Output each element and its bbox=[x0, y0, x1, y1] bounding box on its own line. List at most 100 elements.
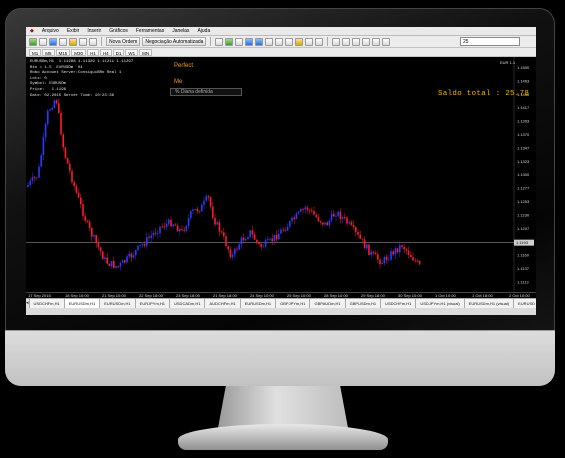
text-icon[interactable] bbox=[382, 37, 391, 46]
menu-item-inserir[interactable]: Inserir bbox=[83, 27, 105, 36]
menu-item-ferramentas[interactable]: Ferramentas bbox=[132, 27, 168, 36]
timeframe-d1[interactable]: D1 bbox=[112, 48, 125, 56]
candle-body bbox=[306, 207, 309, 210]
chart-tab[interactable]: USDCHFm,H1 bbox=[29, 299, 65, 308]
chart-tab[interactable]: EURUSDm,H1 (visual) bbox=[464, 299, 515, 308]
candle-body bbox=[260, 243, 262, 247]
chart-tab[interactable]: EURUSDm,H1 bbox=[100, 299, 136, 308]
candle-body bbox=[139, 245, 141, 247]
chart-tab[interactable]: EURJPYm,H1 bbox=[135, 299, 170, 308]
candle-body bbox=[66, 157, 69, 164]
candle-body bbox=[174, 224, 177, 226]
timeframe-m15[interactable]: M15 bbox=[55, 48, 71, 56]
strategy-tester-icon[interactable] bbox=[89, 37, 97, 46]
candlesticks-icon[interactable] bbox=[225, 37, 234, 46]
candle-body bbox=[121, 260, 124, 263]
auto-scroll-icon[interactable] bbox=[285, 37, 294, 46]
chart-tabs: ◂ USDCHFm,H1 EURUSDm,H1 EURUSDm,H1 EURJPYm,… bbox=[26, 298, 536, 308]
chart-header: EURUSDm,H1 1.11288 1.11329 1.11211 1.112… bbox=[30, 60, 134, 64]
candle-body bbox=[172, 224, 174, 227]
candle-body bbox=[60, 112, 62, 135]
candle-body bbox=[198, 211, 201, 213]
menu-item-exibir[interactable]: Exibir bbox=[63, 27, 84, 36]
new-order-button[interactable]: Nova Ordem bbox=[106, 37, 141, 46]
timeframe-h1[interactable]: H1 bbox=[87, 48, 99, 56]
candle-body bbox=[379, 259, 381, 265]
candle-body bbox=[64, 147, 67, 158]
chart-tab[interactable]: GBPJPYm,H1 bbox=[276, 299, 311, 308]
zoom-in-icon[interactable] bbox=[245, 37, 254, 46]
trendline-icon[interactable] bbox=[372, 37, 381, 46]
candle-body bbox=[324, 222, 326, 225]
chart-tab[interactable]: USDCADm,H1 bbox=[170, 299, 206, 308]
indicators-icon[interactable] bbox=[295, 37, 304, 46]
data-window-icon[interactable] bbox=[59, 37, 67, 46]
candle-body bbox=[271, 238, 273, 242]
chart-tab[interactable]: AUDCHFm,H1 bbox=[205, 299, 241, 308]
price-axis-label: 1.1417 bbox=[517, 105, 530, 110]
candle-body bbox=[297, 211, 300, 214]
timeframe-m1[interactable]: M1 bbox=[29, 48, 42, 56]
templates-icon[interactable] bbox=[315, 37, 324, 46]
chart-shift-icon[interactable] bbox=[275, 37, 284, 46]
candle-body bbox=[73, 182, 75, 186]
candle-body bbox=[33, 177, 36, 179]
candle-body bbox=[187, 218, 190, 226]
candle-body bbox=[218, 222, 221, 232]
menu-item-arquivo[interactable]: Arquivo bbox=[38, 27, 63, 36]
menu-item-graficos[interactable]: Gráficos bbox=[105, 27, 132, 36]
candle-body bbox=[328, 220, 331, 226]
candle-body bbox=[236, 248, 238, 250]
market-watch-icon[interactable] bbox=[49, 37, 57, 46]
target-field[interactable]: % Diana definida bbox=[170, 88, 242, 96]
terminal-icon[interactable] bbox=[79, 37, 87, 46]
menu-item-janelas[interactable]: Janelas bbox=[168, 27, 193, 36]
candle-body bbox=[209, 197, 212, 207]
candle-body bbox=[251, 230, 254, 235]
candle-body bbox=[300, 209, 302, 212]
vertical-line-icon[interactable] bbox=[352, 37, 361, 46]
crosshair-icon[interactable] bbox=[342, 37, 351, 46]
chart-tab[interactable]: EURUSDm,H1 bbox=[64, 299, 101, 308]
chart-tab[interactable]: USDCHFm,H1 bbox=[381, 299, 417, 308]
candle-body bbox=[394, 248, 397, 255]
candle-body bbox=[207, 196, 210, 198]
price-axis-label: 1.1463 bbox=[517, 78, 530, 83]
cursor-icon[interactable] bbox=[332, 37, 341, 46]
monitor: ◆ Arquivo Exibir Inserir Gráficos Ferram… bbox=[0, 0, 565, 458]
candle-body bbox=[401, 245, 403, 248]
navigator-icon[interactable] bbox=[69, 37, 77, 46]
candle-body bbox=[388, 259, 390, 261]
profiles-icon[interactable] bbox=[39, 37, 47, 46]
price-chart[interactable]: 1.1500 1.1463 1.1440 1.1417 1.1393 1.1370 1.13… bbox=[26, 57, 536, 292]
candle-body bbox=[238, 244, 240, 250]
chart-tab[interactable]: GBPUSDm,H1 bbox=[345, 299, 382, 308]
timeframe-m5[interactable]: M5 bbox=[42, 48, 55, 56]
candle-body bbox=[363, 239, 366, 249]
candle-body bbox=[322, 222, 324, 225]
candle-body bbox=[284, 230, 287, 232]
candle-body bbox=[231, 254, 234, 258]
auto-trading-button[interactable]: Negociação Automatizada bbox=[142, 37, 207, 46]
menu-item-ajuda[interactable]: Ajuda bbox=[193, 27, 214, 36]
bar-chart-icon[interactable] bbox=[215, 37, 224, 46]
candle-body bbox=[403, 247, 405, 250]
chart-tab[interactable]: EURUSDm,H1 bbox=[240, 299, 277, 308]
chart-tab[interactable]: EURUSD bbox=[514, 299, 536, 308]
timeframe-h4[interactable]: H4 bbox=[99, 48, 112, 56]
periods-icon[interactable] bbox=[305, 37, 314, 46]
tile-windows-icon[interactable] bbox=[265, 37, 274, 46]
timeframe-w1[interactable]: W1 bbox=[125, 48, 139, 56]
chart-tab[interactable]: USDJPYm,H1 (visual) bbox=[416, 299, 465, 308]
timeframe-mn[interactable]: MN bbox=[139, 48, 153, 56]
candle-body bbox=[267, 239, 269, 241]
line-chart-icon[interactable] bbox=[235, 37, 244, 46]
horizontal-line-icon[interactable] bbox=[362, 37, 371, 46]
zoom-input[interactable]: 25 bbox=[460, 37, 520, 46]
chart-tab[interactable]: GBPAUDm,H1 bbox=[310, 299, 346, 308]
new-chart-icon[interactable] bbox=[29, 37, 37, 46]
zoom-out-icon[interactable] bbox=[255, 37, 264, 46]
candle-body bbox=[295, 213, 298, 220]
candle-body bbox=[91, 227, 93, 237]
timeframe-m30[interactable]: M30 bbox=[71, 48, 87, 56]
